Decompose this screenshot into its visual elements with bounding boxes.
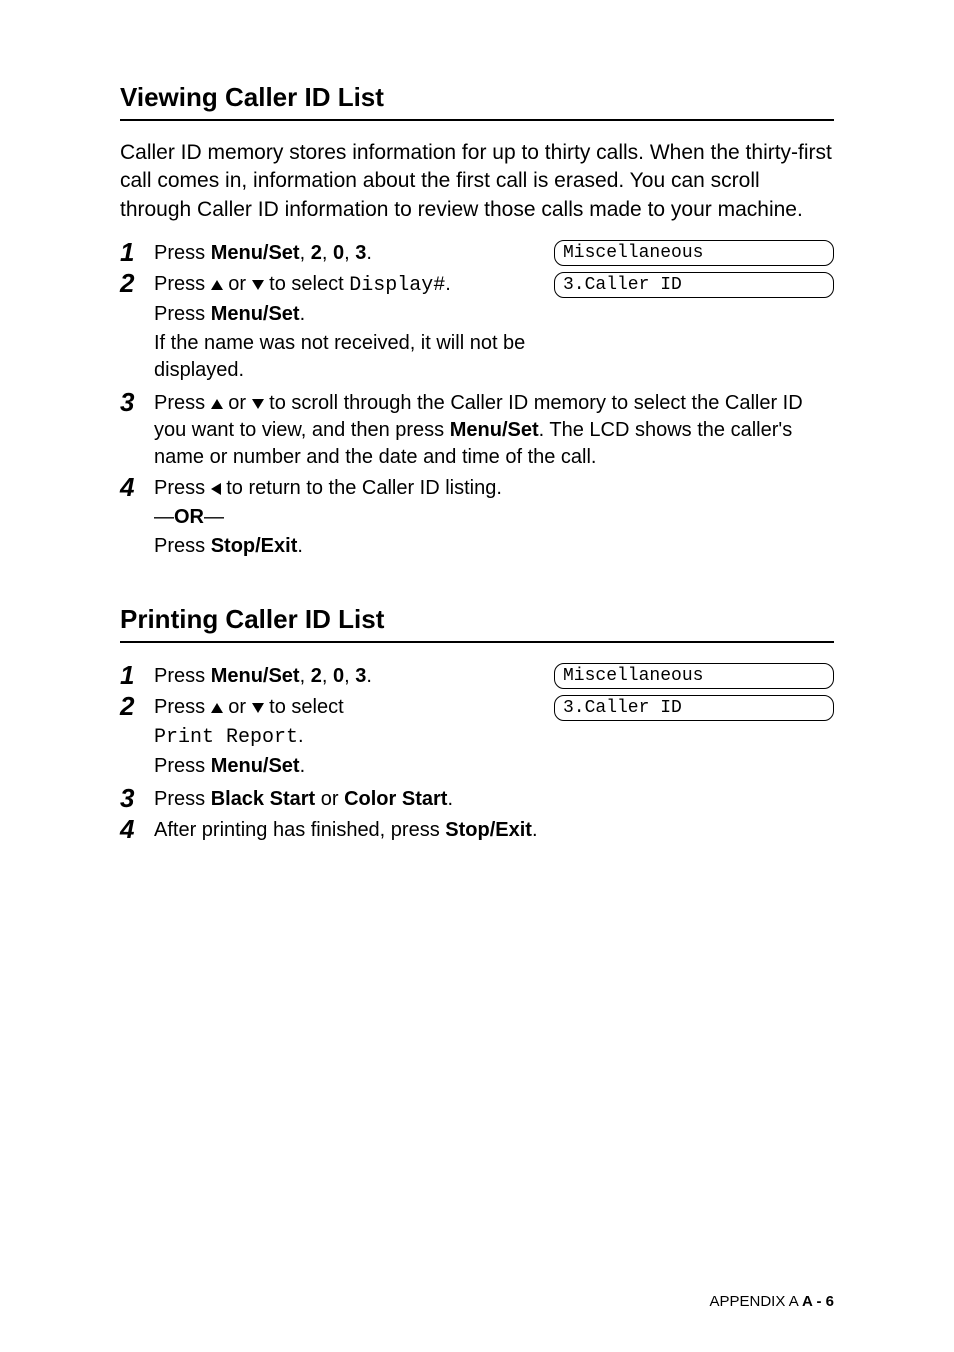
page-footer: APPENDIX A A - 6	[710, 1292, 835, 1312]
text: Press	[154, 788, 211, 810]
down-arrow-icon	[252, 399, 264, 409]
menu-set-label: Menu/Set	[211, 242, 300, 264]
or-label: OR	[174, 506, 204, 528]
text: .	[297, 535, 303, 557]
down-arrow-icon	[252, 280, 264, 290]
key-3: 3	[355, 665, 366, 687]
text: ,	[344, 665, 355, 687]
step-number: 3	[120, 388, 154, 417]
step-body: Press Black Start or Color Start.	[154, 784, 834, 813]
text: or	[223, 696, 252, 718]
viewing-step-3: 3 Press or to scroll through the Caller …	[120, 388, 834, 471]
text: Press	[154, 477, 211, 499]
step-body: Press Menu/Set, 2, 0, 3.	[154, 238, 544, 267]
text: Press	[154, 242, 211, 264]
section-title-viewing: Viewing Caller ID List	[120, 80, 834, 121]
viewing-step-1: 1 Press Menu/Set, 2, 0, 3.	[120, 238, 544, 267]
text: .	[532, 819, 538, 841]
printing-step-3: 3 Press Black Start or Color Start.	[120, 784, 834, 813]
step-body: Press to return to the Caller ID listing…	[154, 473, 834, 562]
text: or	[223, 392, 252, 414]
printing-step-2: 2 Press or to select Print Report. Press…	[120, 692, 544, 782]
text: Press	[154, 696, 211, 718]
up-arrow-icon	[211, 703, 223, 713]
text: .	[298, 725, 304, 747]
print-report-label: Print Report	[154, 726, 298, 749]
step-number: 2	[120, 269, 154, 298]
text: to select	[264, 273, 350, 295]
text: or	[223, 273, 252, 295]
step-body: Press or to scroll through the Caller ID…	[154, 388, 834, 471]
black-start-label: Black Start	[211, 788, 316, 810]
key-0: 0	[333, 242, 344, 264]
key-2: 2	[311, 242, 322, 264]
text: ,	[300, 242, 311, 264]
up-arrow-icon	[211, 399, 223, 409]
step-body: Press Menu/Set, 2, 0, 3.	[154, 661, 544, 690]
text: Press	[154, 273, 211, 295]
key-3: 3	[355, 242, 366, 264]
appendix-label: APPENDIX A	[710, 1293, 803, 1310]
step-body: After printing has finished, press Stop/…	[154, 815, 834, 844]
text: .	[366, 665, 372, 687]
text: ,	[300, 665, 311, 687]
step-number: 1	[120, 661, 154, 690]
down-arrow-icon	[252, 703, 264, 713]
text: Press	[154, 665, 211, 687]
text: Press	[154, 755, 211, 777]
text: .	[445, 273, 451, 295]
lcd-caller-id: 3.Caller ID	[554, 272, 834, 298]
text: .	[366, 242, 372, 264]
step-number: 2	[120, 692, 154, 721]
text: to select	[264, 696, 344, 718]
lcd-group-1: Miscellaneous 3.Caller ID	[554, 240, 834, 304]
section-title-printing: Printing Caller ID List	[120, 602, 834, 643]
printing-step-4: 4 After printing has finished, press Sto…	[120, 815, 834, 844]
note-text: If the name was not received, it will no…	[154, 330, 544, 384]
up-arrow-icon	[211, 280, 223, 290]
stop-exit-label: Stop/Exit	[445, 819, 532, 841]
step-body: Press or to select Display#. Press Menu/…	[154, 269, 544, 386]
text: Press	[154, 303, 211, 325]
left-arrow-icon	[211, 483, 221, 495]
text: After printing has finished, press	[154, 819, 445, 841]
display-hash-label: Display#	[349, 274, 445, 297]
text: —	[204, 506, 224, 528]
text: —	[154, 506, 174, 528]
step-body: Press or to select Print Report. Press M…	[154, 692, 544, 782]
menu-set-label: Menu/Set	[211, 755, 300, 777]
intro-paragraph: Caller ID memory stores information for …	[120, 139, 834, 224]
step-number: 1	[120, 238, 154, 267]
viewing-step-4: 4 Press to return to the Caller ID listi…	[120, 473, 834, 562]
color-start-label: Color Start	[344, 788, 447, 810]
text: .	[447, 788, 453, 810]
text: Press	[154, 392, 211, 414]
text: or	[315, 788, 344, 810]
text: .	[300, 303, 306, 325]
text: ,	[322, 242, 333, 264]
text: .	[300, 755, 306, 777]
key-2: 2	[311, 665, 322, 687]
step-number: 3	[120, 784, 154, 813]
text: to return to the Caller ID listing.	[226, 477, 502, 499]
lcd-group-2: Miscellaneous 3.Caller ID	[554, 663, 834, 727]
key-0: 0	[333, 665, 344, 687]
page-number: A - 6	[802, 1293, 834, 1310]
printing-step-1: 1 Press Menu/Set, 2, 0, 3.	[120, 661, 544, 690]
step-number: 4	[120, 473, 154, 502]
lcd-miscellaneous: Miscellaneous	[554, 663, 834, 689]
menu-set-label: Menu/Set	[211, 303, 300, 325]
lcd-caller-id: 3.Caller ID	[554, 695, 834, 721]
text: ,	[344, 242, 355, 264]
menu-set-label: Menu/Set	[211, 665, 300, 687]
lcd-miscellaneous: Miscellaneous	[554, 240, 834, 266]
text: Press	[154, 535, 211, 557]
stop-exit-label: Stop/Exit	[211, 535, 298, 557]
viewing-step-2: 2 Press or to select Display#. Press Men…	[120, 269, 544, 386]
menu-set-label: Menu/Set	[450, 419, 539, 441]
step-number: 4	[120, 815, 154, 844]
text: ,	[322, 665, 333, 687]
